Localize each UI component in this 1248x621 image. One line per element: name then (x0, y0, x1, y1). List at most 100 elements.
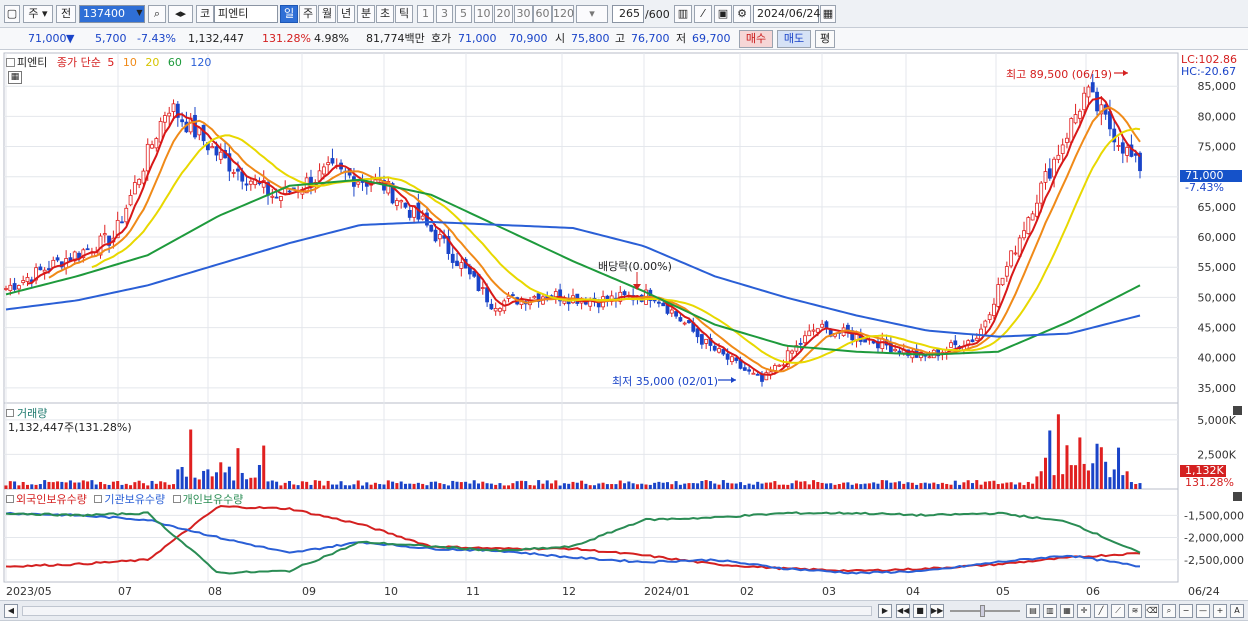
market-label[interactable]: 코 (196, 5, 214, 23)
minus-icon[interactable]: — (1196, 604, 1210, 618)
buy-button[interactable]: 매수 (739, 30, 773, 48)
price-tick-label: 35,000 (1198, 382, 1237, 395)
chart-canvas[interactable]: 85,00080,00075,00070,00065,00060,00055,0… (0, 50, 1248, 600)
gear-icon[interactable]: ⚙ (733, 5, 751, 23)
legend-ma10[interactable]: 10 (123, 56, 137, 69)
legend-ma120[interactable]: 120 (190, 56, 211, 69)
legend-toggle-icon[interactable] (6, 58, 15, 67)
volume-bar (747, 483, 751, 489)
holdings-toggle-icon[interactable] (6, 495, 14, 503)
tab-minute[interactable]: 분 (357, 5, 375, 23)
institution-toggle-icon[interactable] (94, 495, 103, 503)
sell-button[interactable]: 매도 (777, 30, 811, 48)
interval-120[interactable]: 120 (552, 5, 574, 23)
chart-area[interactable]: 85,00080,00075,00070,00065,00060,00055,0… (0, 50, 1248, 600)
calendar-icon[interactable]: ▦ (820, 5, 836, 23)
interval-1[interactable]: 1 (417, 5, 434, 23)
legend-ma5[interactable]: 5 (107, 56, 114, 69)
candle-body (270, 195, 275, 198)
interval-20[interactable]: 20 (494, 5, 513, 23)
speaker-icon[interactable]: ◂▸ (168, 5, 193, 23)
forward-icon[interactable]: ▶▶ (930, 604, 944, 618)
candle-body (807, 330, 812, 337)
turnover: 4.98% (314, 32, 349, 45)
candle-body (893, 348, 898, 352)
eraser-icon[interactable]: ⌫ (1145, 604, 1159, 618)
stop-icon[interactable]: ■ (913, 604, 927, 618)
layout-icon-2[interactable]: ▥ (1043, 604, 1057, 618)
volume-bar (876, 483, 880, 489)
volume-bar (193, 477, 197, 489)
trend-tool-icon[interactable]: ⟋ (1111, 604, 1125, 618)
volume-bar (610, 484, 614, 489)
zoom-slider-handle[interactable] (980, 605, 985, 617)
eval-button[interactable]: 평 (815, 30, 835, 48)
plus-icon[interactable]: + (1213, 604, 1227, 618)
scroll-left-icon[interactable]: ◀ (4, 604, 18, 618)
interval-30[interactable]: 30 (514, 5, 533, 23)
tab-month[interactable]: 월 (318, 5, 336, 23)
volume-close-icon[interactable] (1233, 406, 1242, 415)
volume-bar (232, 480, 236, 489)
code-dropdown-icon[interactable]: ▼ (134, 5, 145, 23)
candle-body (669, 309, 674, 314)
layout-icon-3[interactable]: ▦ (1060, 604, 1074, 618)
zoom-slider[interactable] (950, 610, 1020, 612)
volume-bar (4, 485, 8, 489)
interval-dropdown[interactable]: ▾ (576, 5, 608, 23)
legend-ma60[interactable]: 60 (168, 56, 182, 69)
interval-60[interactable]: 60 (533, 5, 552, 23)
volume-bar (442, 484, 446, 489)
crosshair-icon[interactable]: ✛ (1077, 604, 1091, 618)
draw-tool-icon[interactable]: ⁄ (694, 5, 712, 23)
legend-ma20[interactable]: 20 (145, 56, 159, 69)
date-input[interactable]: 2024/06/24 (753, 5, 820, 23)
volume-toggle-icon[interactable] (6, 409, 14, 417)
fibo-tool-icon[interactable]: ≋ (1128, 604, 1142, 618)
search-icon[interactable]: ⌕ (148, 5, 166, 23)
table-icon[interactable]: ▦ (8, 71, 22, 84)
period-select[interactable]: 주 ▾ (23, 5, 53, 23)
interval-10[interactable]: 10 (474, 5, 493, 23)
candle-body (1125, 147, 1130, 156)
font-icon[interactable]: A (1230, 604, 1244, 618)
volume-bar (928, 483, 932, 489)
save-icon[interactable]: ▣ (714, 5, 732, 23)
holdings-close-icon[interactable] (1233, 492, 1242, 501)
candle-body (622, 291, 627, 296)
price-tick-label: 55,000 (1198, 261, 1237, 274)
legend-individual[interactable]: 개인보유수량 (183, 493, 244, 506)
tab-week[interactable]: 주 (299, 5, 317, 23)
prev-button[interactable]: 전 (56, 5, 76, 23)
candle-body (150, 144, 154, 149)
scroll-right-icon[interactable]: ▶ (878, 604, 892, 618)
stock-name-field[interactable]: 피엔티 (214, 5, 278, 23)
change-percent: -7.43% (137, 32, 176, 45)
magnifier-icon[interactable]: ⌕ (1162, 604, 1176, 618)
volume-bar (962, 482, 966, 489)
line-tool-icon[interactable]: ╱ (1094, 604, 1108, 618)
tab-second[interactable]: 초 (376, 5, 394, 23)
scrollbar-track[interactable] (22, 606, 872, 616)
rewind-icon[interactable]: ◀◀ (896, 604, 910, 618)
tab-day[interactable]: 일 (280, 5, 298, 23)
legend-institution[interactable]: 기관보유수량 (104, 493, 165, 506)
interval-5[interactable]: 5 (455, 5, 472, 23)
time-tick-label: 09 (302, 585, 316, 598)
legend-foreign[interactable]: 외국인보유수량 (16, 493, 87, 506)
window-icon[interactable]: ▢ (4, 5, 20, 23)
tab-year[interactable]: 년 (337, 5, 355, 23)
candle-body (678, 317, 683, 322)
zoom-out-icon[interactable]: − (1179, 604, 1193, 618)
interval-3[interactable]: 3 (436, 5, 453, 23)
individual-toggle-icon[interactable] (172, 495, 181, 503)
volume-bar (837, 484, 841, 489)
price-legend: 피엔티 종가 단순 5 10 20 60 120 (6, 54, 211, 70)
count-total: /600 (645, 8, 670, 21)
volume-bar (1026, 481, 1030, 489)
candle-type-icon[interactable]: ▥ (674, 5, 692, 23)
count-input[interactable]: 265 (612, 5, 644, 23)
layout-icon-1[interactable]: ▤ (1026, 604, 1040, 618)
candle-body (55, 257, 60, 261)
tab-tick[interactable]: 틱 (395, 5, 413, 23)
